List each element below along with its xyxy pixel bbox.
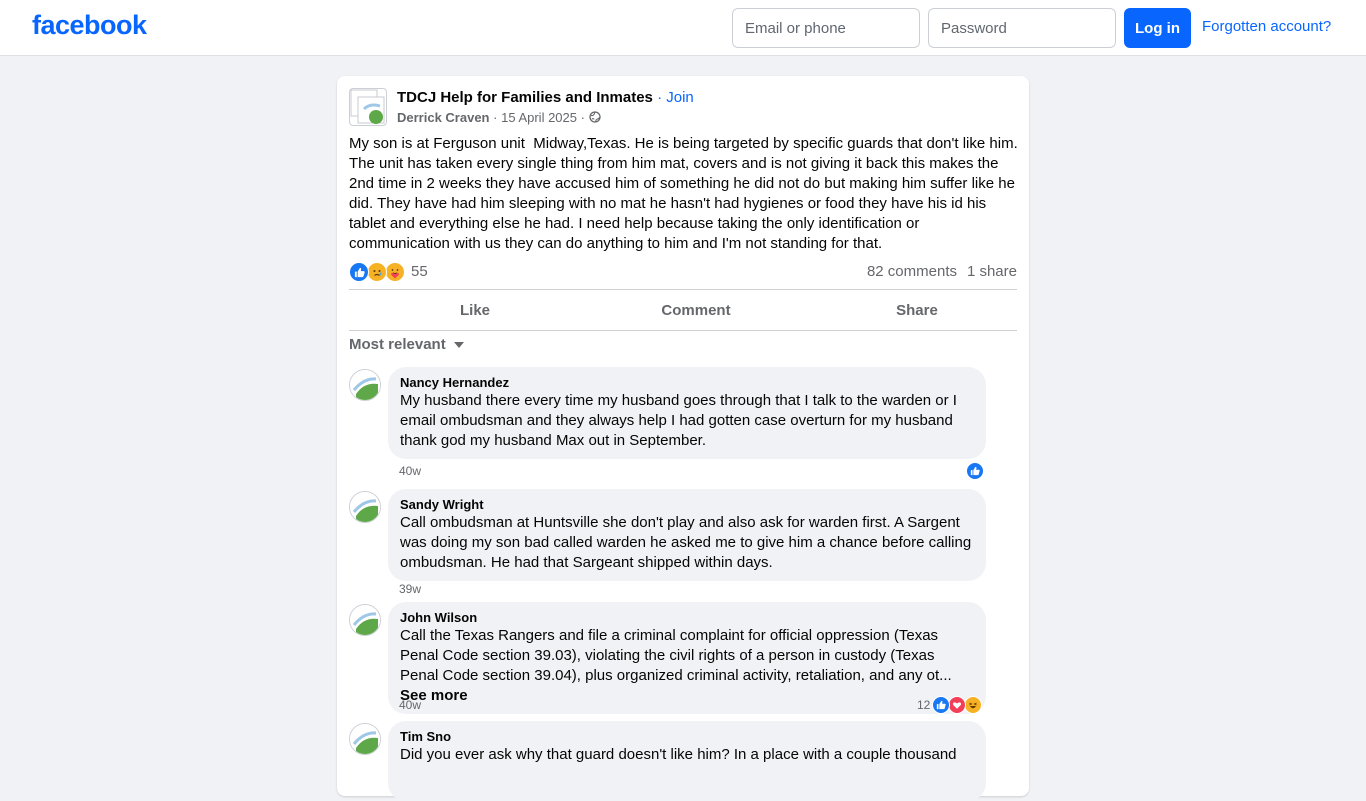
shares-count-link[interactable]: 1 share xyxy=(967,263,1017,280)
comment-text: Call the Texas Rangers and file a crimin… xyxy=(400,626,974,706)
forgotten-account-link[interactable]: Forgotten account? xyxy=(1202,18,1331,35)
care-icon xyxy=(385,262,405,282)
haha-icon xyxy=(964,696,982,714)
login-button[interactable]: Log in xyxy=(1124,8,1191,48)
password-input[interactable] xyxy=(928,8,1116,48)
meta-separator: · xyxy=(580,110,585,125)
like-button[interactable]: Like xyxy=(364,290,586,330)
post-date[interactable]: 15 April 2025 xyxy=(501,110,577,125)
comment-text-content: Call the Texas Rangers and file a crimin… xyxy=(400,627,952,684)
reaction-summary-row: 55 82 comments 1 share xyxy=(349,262,1017,282)
post-body-text: My son is at Ferguson unit Midway,Texas.… xyxy=(349,135,1022,252)
comment-button[interactable]: Comment xyxy=(585,290,807,330)
author-link[interactable]: Derrick Craven xyxy=(397,110,490,125)
like-icon xyxy=(932,696,950,714)
join-group-link[interactable]: Join xyxy=(666,89,694,106)
sort-label: Most relevant xyxy=(349,336,446,353)
comments-count-link[interactable]: 82 comments xyxy=(867,263,957,280)
post-header: TDCJ Help for Families and Inmates · Joi… xyxy=(397,89,694,106)
post-meta: Derrick Craven · 15 April 2025 · xyxy=(397,110,601,125)
commenter-name-link[interactable]: Sandy Wright xyxy=(400,497,974,513)
comment-reactions[interactable] xyxy=(932,696,986,714)
comment-sort-dropdown[interactable]: Most relevant xyxy=(349,336,464,353)
default-avatar-icon xyxy=(350,605,380,635)
commenter-name-link[interactable]: Tim Sno xyxy=(400,729,974,745)
facebook-logo[interactable]: facebook xyxy=(32,10,147,41)
sad-icon xyxy=(367,262,387,282)
group-avatar[interactable] xyxy=(349,88,387,126)
comment-bubble: John Wilson Call the Texas Rangers and f… xyxy=(388,602,986,714)
comment-bubble: Sandy Wright Call ombudsman at Huntsvill… xyxy=(388,489,986,581)
default-avatar-icon xyxy=(350,370,380,400)
share-button[interactable]: Share xyxy=(806,290,1028,330)
commenter-avatar[interactable] xyxy=(349,604,381,636)
post-card: TDCJ Help for Families and Inmates · Joi… xyxy=(337,76,1029,801)
comment-text: Call ombudsman at Huntsville she don't p… xyxy=(400,514,972,571)
default-avatar-icon xyxy=(350,724,380,754)
commenter-name-link[interactable]: Nancy Hernandez xyxy=(400,375,974,391)
globe-icon xyxy=(588,111,601,123)
email-or-phone-input[interactable] xyxy=(732,8,920,48)
comment-timestamp[interactable]: 39w xyxy=(399,582,421,596)
comment-reactions[interactable] xyxy=(966,462,986,480)
default-avatar-icon xyxy=(350,492,380,522)
separator-dot: · xyxy=(652,89,667,106)
love-icon xyxy=(948,696,966,714)
reaction-count[interactable]: 55 xyxy=(411,263,428,280)
like-icon xyxy=(349,262,369,282)
comment-reaction-count[interactable]: 12 xyxy=(917,698,930,712)
like-icon xyxy=(966,462,984,480)
commenter-name-link[interactable]: John Wilson xyxy=(400,610,974,626)
comment-text: Did you ever ask why that guard doesn't … xyxy=(400,746,957,763)
commenter-avatar[interactable] xyxy=(349,491,381,523)
broken-image-icon xyxy=(350,89,385,124)
caret-down-icon xyxy=(453,342,464,349)
divider xyxy=(349,330,1017,331)
comment-bubble: Tim Sno Did you ever ask why that guard … xyxy=(388,721,986,801)
comment-timestamp[interactable]: 40w xyxy=(399,464,421,478)
group-name-link[interactable]: TDCJ Help for Families and Inmates xyxy=(397,89,653,106)
commenter-avatar[interactable] xyxy=(349,369,381,401)
meta-separator: · xyxy=(493,110,498,125)
commenter-avatar[interactable] xyxy=(349,723,381,755)
top-navigation-bar: facebook Log in Forgotten account? xyxy=(0,0,1366,56)
comment-text: My husband there every time my husband g… xyxy=(400,392,957,449)
comment-timestamp[interactable]: 40w xyxy=(399,698,421,712)
comment-bubble: Nancy Hernandez My husband there every t… xyxy=(388,367,986,459)
